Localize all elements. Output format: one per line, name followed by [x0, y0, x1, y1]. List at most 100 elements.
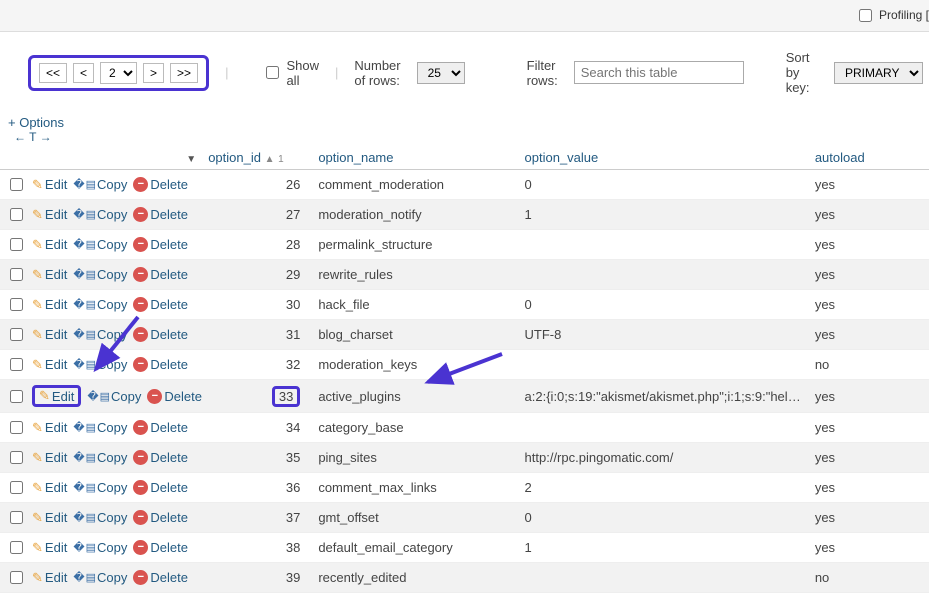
row-checkbox[interactable] [10, 238, 23, 251]
row-checkbox[interactable] [10, 208, 23, 221]
copy-button[interactable]: �▤Copy [73, 237, 127, 252]
delete-button[interactable]: −Delete [133, 570, 188, 585]
copy-icon: � [73, 358, 83, 371]
edit-button[interactable]: ✎Edit [32, 480, 67, 496]
option-name-cell: comment_max_links [312, 473, 518, 503]
copy-label: Copy [97, 357, 127, 372]
delete-button[interactable]: −Delete [133, 177, 188, 192]
sort-select[interactable]: PRIMARY [834, 62, 923, 84]
edit-button[interactable]: ✎Edit [32, 450, 67, 466]
profiling-checkbox[interactable] [859, 9, 872, 22]
row-checkbox[interactable] [10, 571, 23, 584]
copy-label: Copy [97, 297, 127, 312]
first-page-button[interactable]: << [39, 63, 67, 83]
copy-button[interactable]: �▤Copy [73, 510, 127, 525]
pencil-icon: ✎ [32, 450, 43, 466]
edit-button[interactable]: ✎Edit [32, 177, 67, 193]
delete-button[interactable]: −Delete [133, 420, 188, 435]
row-checkbox[interactable] [10, 481, 23, 494]
minus-circle-icon: − [133, 297, 148, 312]
copy-button[interactable]: �▤Copy [73, 177, 127, 192]
edit-button[interactable]: ✎Edit [32, 327, 67, 343]
copy-button[interactable]: �▤Copy [73, 480, 127, 495]
delete-button[interactable]: −Delete [133, 540, 188, 555]
edit-button[interactable]: ✎Edit [32, 420, 67, 436]
row-checkbox[interactable] [10, 298, 23, 311]
copy-button[interactable]: �▤Copy [73, 570, 127, 585]
autoload-cell: yes [809, 503, 929, 533]
copy-label: Copy [97, 420, 127, 435]
copy-button[interactable]: �▤Copy [73, 207, 127, 222]
filter-input[interactable] [574, 61, 744, 84]
copy-button[interactable]: �▤Copy [73, 357, 127, 372]
delete-button[interactable]: −Delete [133, 237, 188, 252]
copy-icon: � [73, 421, 83, 434]
copy-button[interactable]: �▤Copy [73, 297, 127, 312]
delete-button[interactable]: −Delete [133, 510, 188, 525]
edit-button[interactable]: ✎Edit [32, 237, 67, 253]
chevron-down-icon[interactable]: ▼ [186, 154, 196, 165]
next-page-button[interactable]: > [143, 63, 164, 83]
edit-label: Edit [45, 267, 67, 282]
delete-button[interactable]: −Delete [133, 450, 188, 465]
row-checkbox[interactable] [10, 328, 23, 341]
prev-page-button[interactable]: < [73, 63, 94, 83]
row-checkbox[interactable] [10, 421, 23, 434]
profiling-toggle[interactable]: Profiling [ [855, 8, 929, 22]
option-value-header[interactable]: option_value [519, 146, 809, 170]
edit-button[interactable]: ✎Edit [32, 207, 67, 223]
delete-button[interactable]: −Delete [133, 267, 188, 282]
copy-icon: ▤ [86, 541, 95, 554]
row-checkbox[interactable] [10, 178, 23, 191]
edit-button[interactable]: ✎Edit [32, 510, 67, 526]
option-value-cell: a:2:{i:0;s:19:"akismet/akismet.php";i:1;… [519, 380, 809, 413]
num-rows-select[interactable]: 25 [417, 62, 465, 84]
edit-label: Edit [45, 510, 67, 525]
copy-label: Copy [111, 389, 141, 404]
edit-button[interactable]: ✎Edit [32, 357, 67, 373]
delete-button[interactable]: −Delete [133, 297, 188, 312]
copy-label: Copy [97, 540, 127, 555]
row-checkbox[interactable] [10, 268, 23, 281]
edit-button[interactable]: ✎Edit [32, 540, 67, 556]
copy-icon: � [73, 298, 83, 311]
edit-label: Edit [45, 420, 67, 435]
column-move-arrows[interactable]: ← T → [8, 130, 921, 144]
delete-button[interactable]: −Delete [133, 327, 188, 342]
pencil-icon: ✎ [32, 357, 43, 373]
option-name-cell: active_plugins [312, 380, 518, 413]
delete-button[interactable]: −Delete [147, 389, 202, 404]
last-page-button[interactable]: >> [170, 63, 198, 83]
row-checkbox[interactable] [10, 390, 23, 403]
delete-label: Delete [150, 420, 188, 435]
edit-button[interactable]: ✎Edit [32, 297, 67, 313]
option-name-cell: comment_moderation [312, 170, 518, 200]
page-select[interactable]: 2 [100, 62, 137, 84]
row-checkbox[interactable] [10, 511, 23, 524]
copy-button[interactable]: �▤Copy [73, 450, 127, 465]
show-all-checkbox[interactable] [266, 66, 279, 79]
option-id-header[interactable]: option_id ▲ 1 [202, 146, 312, 170]
edit-button[interactable]: ✎Edit [32, 385, 81, 407]
copy-button[interactable]: �▤Copy [73, 267, 127, 282]
option-value-cell [519, 413, 809, 443]
copy-button[interactable]: �▤Copy [87, 389, 141, 404]
row-checkbox[interactable] [10, 451, 23, 464]
autoload-cell: yes [809, 230, 929, 260]
delete-button[interactable]: −Delete [133, 207, 188, 222]
option-name-header[interactable]: option_name [312, 146, 518, 170]
copy-button[interactable]: �▤Copy [73, 420, 127, 435]
options-link[interactable]: + Options [8, 115, 64, 130]
delete-button[interactable]: −Delete [133, 480, 188, 495]
edit-button[interactable]: ✎Edit [32, 267, 67, 283]
autoload-header[interactable]: autoload [809, 146, 929, 170]
row-checkbox[interactable] [10, 541, 23, 554]
option-value-cell [519, 563, 809, 593]
copy-button[interactable]: �▤Copy [73, 327, 127, 342]
show-all-toggle[interactable]: Show all [244, 58, 319, 88]
row-checkbox[interactable] [10, 358, 23, 371]
copy-button[interactable]: �▤Copy [73, 540, 127, 555]
edit-button[interactable]: ✎Edit [32, 570, 67, 586]
delete-label: Delete [150, 327, 188, 342]
delete-button[interactable]: −Delete [133, 357, 188, 372]
